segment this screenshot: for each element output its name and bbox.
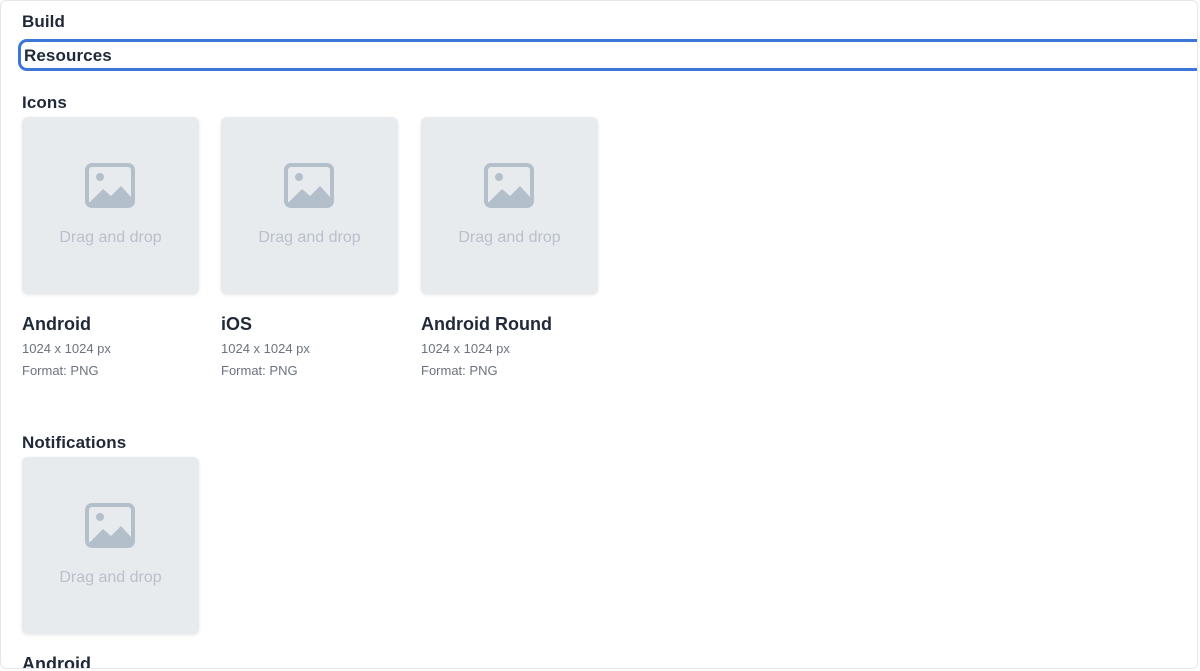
nav-item-resources-label: Resources bbox=[24, 46, 112, 65]
dropzone-label: Drag and drop bbox=[258, 229, 361, 246]
icons-section-title: Icons bbox=[22, 93, 67, 112]
android-icon-meta: Android 1024 x 1024 px Format: PNG bbox=[22, 313, 111, 382]
asset-size: 1024 x 1024 px bbox=[421, 341, 510, 356]
asset-name: Android bbox=[22, 314, 91, 334]
asset-size: 1024 x 1024 px bbox=[221, 341, 310, 356]
image-placeholder-icon bbox=[484, 163, 534, 208]
asset-name: iOS bbox=[221, 314, 253, 334]
image-placeholder-icon bbox=[85, 163, 135, 208]
image-placeholder-icon bbox=[284, 163, 334, 208]
android-round-icon-meta: Android Round 1024 x 1024 px Format: PNG bbox=[421, 313, 552, 382]
asset-name: Android Round bbox=[421, 314, 552, 334]
nav-item-resources[interactable]: Resources bbox=[18, 39, 1197, 71]
android-icon-dropzone[interactable]: Drag and drop bbox=[22, 117, 199, 294]
dropzone-label: Drag and drop bbox=[458, 229, 561, 246]
android-notification-dropzone[interactable]: Drag and drop bbox=[22, 457, 199, 634]
android-notification-meta: Android bbox=[22, 653, 91, 669]
notifications-section-title: Notifications bbox=[22, 433, 127, 452]
dropzone-label: Drag and drop bbox=[59, 229, 162, 246]
dropzone-label: Drag and drop bbox=[59, 569, 162, 586]
ios-icon-dropzone[interactable]: Drag and drop bbox=[221, 117, 398, 294]
nav-item-build[interactable]: Build bbox=[22, 12, 65, 32]
android-round-icon-dropzone[interactable]: Drag and drop bbox=[421, 117, 598, 294]
asset-format: Format: PNG bbox=[421, 363, 498, 378]
asset-size: 1024 x 1024 px bbox=[22, 341, 111, 356]
ios-icon-meta: iOS 1024 x 1024 px Format: PNG bbox=[221, 313, 310, 382]
asset-format: Format: PNG bbox=[22, 363, 99, 378]
image-placeholder-icon bbox=[85, 503, 135, 548]
asset-format: Format: PNG bbox=[221, 363, 298, 378]
asset-name: Android bbox=[22, 654, 91, 669]
resources-panel: Build Resources Icons Drag and drop Andr… bbox=[0, 0, 1198, 669]
